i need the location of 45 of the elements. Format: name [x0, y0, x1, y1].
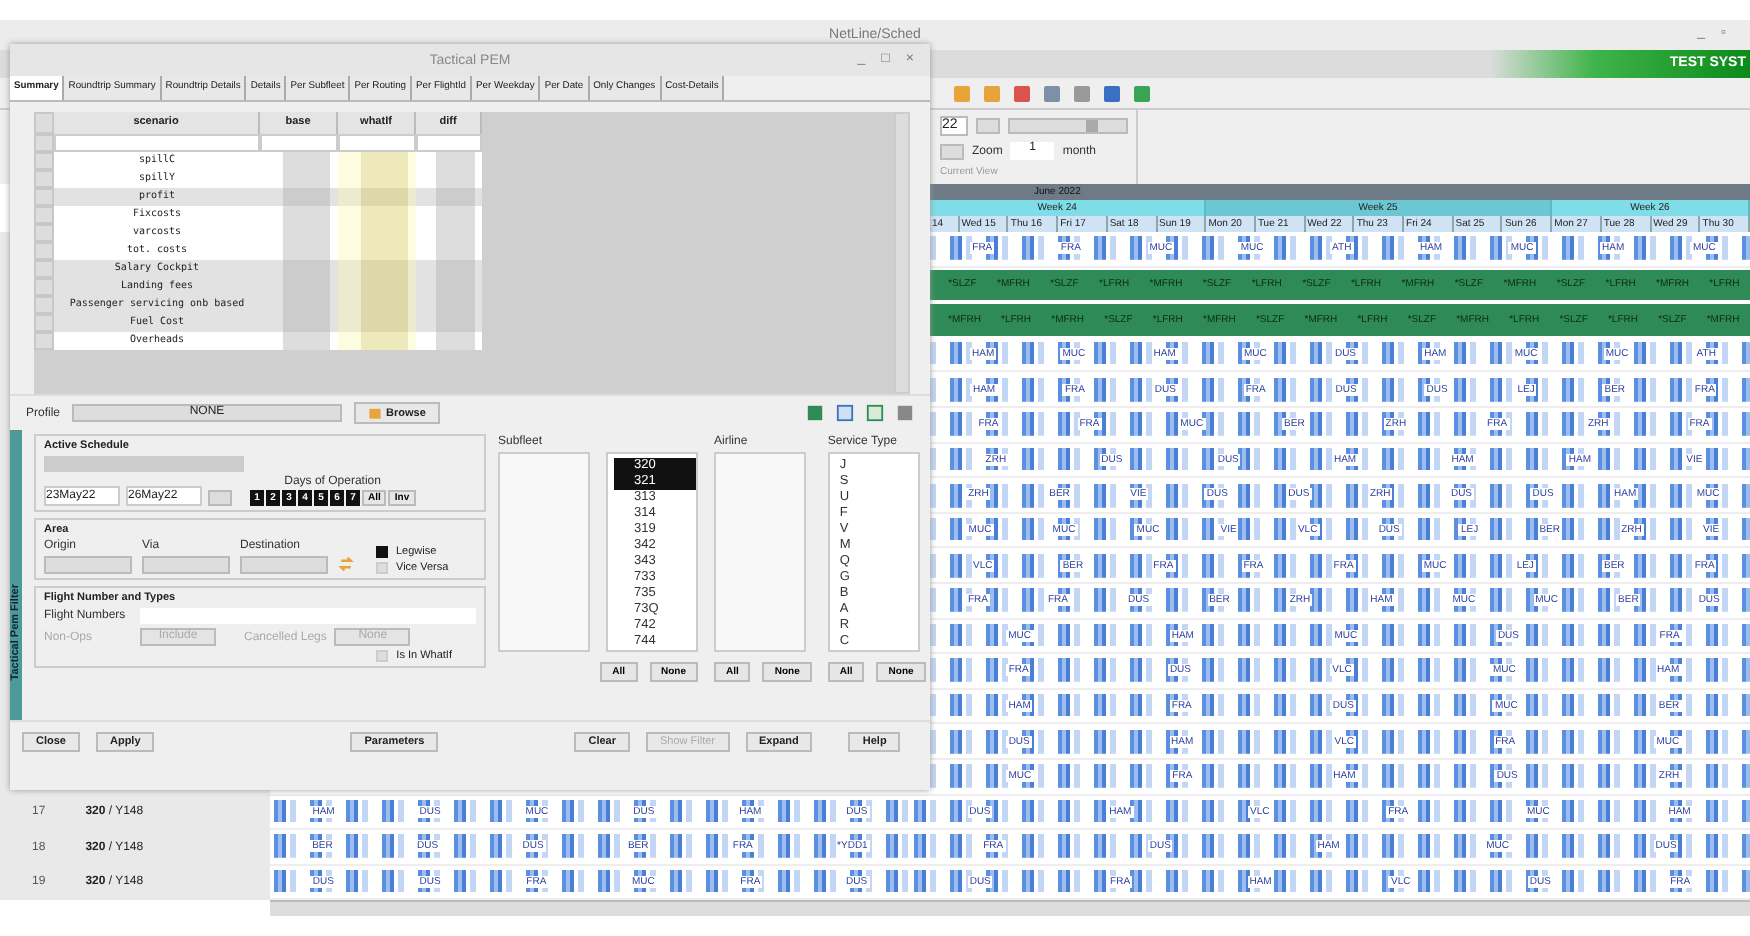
filter-field[interactable] — [338, 134, 416, 152]
airline-list[interactable] — [714, 452, 806, 652]
blurred-cell — [260, 188, 338, 206]
export-icon[interactable] — [866, 404, 884, 422]
blurred-cell — [338, 242, 416, 260]
calendar-button[interactable] — [976, 118, 1000, 134]
blurred-cell — [416, 332, 482, 350]
blurred-cell — [416, 314, 482, 332]
origin-dropdown[interactable] — [44, 556, 132, 574]
row-header[interactable] — [34, 112, 54, 134]
blurred-cell — [416, 188, 482, 206]
calendar-button[interactable] — [208, 490, 232, 506]
spreadsheet-icon[interactable] — [806, 404, 824, 422]
save-icon[interactable] — [896, 404, 914, 422]
filter-field[interactable] — [260, 134, 338, 152]
document-icon[interactable] — [836, 404, 854, 422]
blurred-cell — [260, 332, 338, 350]
blurred-cell — [416, 260, 482, 278]
subfleet-group-list[interactable] — [498, 452, 590, 652]
blurred-cell — [416, 242, 482, 260]
vertical-scrollbar[interactable] — [894, 112, 910, 394]
blurred-cell — [338, 206, 416, 224]
vice-versa-checkbox[interactable] — [376, 562, 388, 574]
blurred-cell — [338, 314, 416, 332]
filter-field[interactable] — [54, 134, 260, 152]
blurred-cell — [338, 332, 416, 350]
blurred-cell — [338, 170, 416, 188]
slider-thumb[interactable] — [1085, 120, 1097, 132]
calendar-button[interactable] — [940, 143, 964, 159]
folder-icon — [368, 406, 383, 420]
via-dropdown[interactable] — [142, 556, 230, 574]
blurred-cell — [338, 188, 416, 206]
blurred-cell — [338, 152, 416, 170]
filter-field[interactable] — [416, 134, 482, 152]
horizontal-scrollbar[interactable] — [270, 900, 1750, 917]
blurred-cell — [416, 206, 482, 224]
blurred-cell — [416, 170, 482, 188]
legwise-checkbox[interactable] — [376, 546, 388, 558]
swap-icon[interactable] — [338, 556, 354, 572]
schedule-field[interactable] — [44, 456, 244, 472]
zoom-slider[interactable] — [1008, 118, 1128, 134]
blurred-cell — [338, 260, 416, 278]
whatif-checkbox[interactable] — [376, 650, 389, 662]
destination-dropdown[interactable] — [240, 556, 328, 574]
blurred-cell — [416, 152, 482, 170]
